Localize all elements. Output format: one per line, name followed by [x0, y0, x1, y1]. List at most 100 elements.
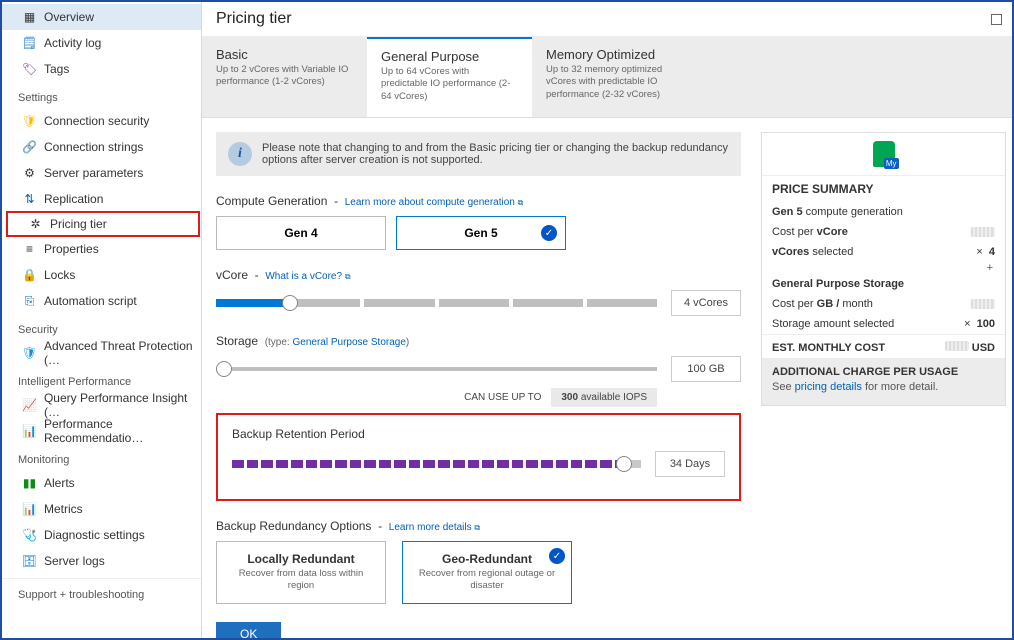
alert-icon: ▮▮ — [22, 476, 37, 491]
iops-row: CAN USE UP TO 300 available IOPS — [216, 388, 657, 407]
main-panel: Pricing tier Basic Up to 2 vCores with V… — [202, 2, 1012, 638]
sidebar-item-label: Pricing tier — [50, 217, 107, 231]
storage-selected-label: Storage amount selected — [772, 318, 894, 330]
sidebar-item-atp[interactable]: 🛡 Advanced Threat Protection (… — [2, 340, 201, 366]
price-summary: PRICE SUMMARY Gen 5 compute generation C… — [761, 132, 1006, 406]
sidebar-item-label: Query Performance Insight (… — [44, 391, 201, 419]
sidebar-item-label: Automation script — [44, 294, 137, 308]
info-banner: i Please note that changing to and from … — [216, 132, 741, 176]
log-icon: 🗒 — [22, 36, 37, 51]
gen4-card[interactable]: Gen 4 — [216, 216, 386, 250]
ok-button[interactable]: OK — [216, 622, 281, 638]
locally-redundant-card[interactable]: Locally Redundant Recover from data loss… — [216, 541, 386, 604]
sidebar-item-pricing-tier[interactable]: ✲ Pricing tier — [6, 211, 200, 237]
pricing-details-link[interactable]: pricing details — [795, 381, 862, 393]
backup-retention-highlight: Backup Retention Period 34 Days — [216, 413, 741, 501]
check-icon: ✓ — [549, 548, 565, 564]
sidebar-item-overview[interactable]: ▦ Overview — [2, 4, 201, 30]
tier-general-purpose[interactable]: General Purpose Up to 64 vCores with pre… — [367, 37, 532, 117]
backup-slider[interactable] — [232, 454, 641, 474]
local-title: Locally Redundant — [227, 552, 375, 566]
vcore-section: vCore - What is a vCore? ⧉ — [216, 268, 741, 282]
gen5-card[interactable]: Gen 5 ✓ — [396, 216, 566, 250]
masked-value — [971, 299, 995, 309]
compute-label: Compute Generation — [216, 194, 327, 208]
geo-title: Geo-Redundant — [413, 552, 561, 566]
grid-icon: ▦ — [22, 10, 37, 25]
storage-slider[interactable] — [216, 359, 657, 379]
local-desc: Recover from data loss within region — [227, 568, 375, 593]
script-icon: ⎘ — [22, 294, 37, 309]
sidebar-item-connection-strings[interactable]: 🔗 Connection strings — [2, 134, 201, 160]
est-cost-label: EST. MONTHLY COST — [772, 342, 885, 354]
sidebar-item-connection-security[interactable]: 🛡 Connection security — [2, 108, 201, 134]
tier-desc: Up to 2 vCores with Variable IO performa… — [216, 64, 353, 89]
sidebar-item-label: Replication — [44, 192, 103, 206]
storage-type-link[interactable]: General Purpose Storage — [293, 337, 406, 348]
sidebar-item-label: Connection security — [44, 114, 149, 128]
gen-line: Gen 5 compute generation — [772, 206, 903, 218]
mysql-icon — [873, 141, 895, 167]
sidebar-item-qpi[interactable]: 📈 Query Performance Insight (… — [2, 392, 201, 418]
sidebar-item-diagnostic[interactable]: 🩺 Diagnostic settings — [2, 522, 201, 548]
redundancy-section: Backup Redundancy Options - Learn more d… — [216, 519, 741, 533]
vcore-value: 4 vCores — [671, 290, 741, 316]
sidebar-item-replication[interactable]: ⇅ Replication — [2, 186, 201, 212]
tier-desc: Up to 32 memory optimized vCores with pr… — [546, 64, 683, 101]
gear-icon: ✲ — [28, 217, 43, 232]
sidebar-item-label: Tags — [44, 62, 69, 76]
sidebar-item-server-logs[interactable]: 🗄 Server logs — [2, 548, 201, 574]
sidebar-item-activity-log[interactable]: 🗒 Activity log — [2, 30, 201, 56]
storage-value: 100 GB — [671, 356, 741, 382]
redundancy-label: Backup Redundancy Options — [216, 519, 371, 533]
sidebar-item-alerts[interactable]: ▮▮ Alerts — [2, 470, 201, 496]
iops-label: CAN USE UP TO — [464, 392, 541, 403]
tier-tabs: Basic Up to 2 vCores with Variable IO pe… — [202, 37, 1012, 118]
iops-badge: 300 available IOPS — [551, 388, 657, 407]
sidebar-item-metrics[interactable]: 📊 Metrics — [2, 496, 201, 522]
vcores-selected: vCores selected — [772, 246, 853, 258]
lock-icon: 🔒 — [22, 268, 37, 283]
vcore-link[interactable]: What is a vCore? ⧉ — [265, 271, 350, 282]
sidebar-item-label: Activity log — [44, 36, 101, 50]
props-icon: ≡ — [22, 242, 37, 257]
maximize-icon[interactable] — [991, 14, 1002, 25]
tag-icon: 🏷 — [22, 62, 37, 77]
sidebar-item-label: Advanced Threat Protection (… — [44, 339, 201, 367]
gp-storage-label: General Purpose Storage — [772, 278, 904, 290]
gear-icon: ⚙ — [22, 166, 37, 181]
geo-redundant-card[interactable]: Geo-Redundant Recover from regional outa… — [402, 541, 572, 604]
sidebar-item-label: Properties — [44, 242, 99, 256]
sidebar-heading-security: Security — [2, 314, 201, 340]
sidebar: ▦ Overview 🗒 Activity log 🏷 Tags Setting… — [2, 2, 202, 638]
sidebar-item-server-parameters[interactable]: ⚙ Server parameters — [2, 160, 201, 186]
storage-label: Storage — [216, 334, 258, 348]
recommendation-icon: 📊 — [22, 424, 37, 439]
tier-basic[interactable]: Basic Up to 2 vCores with Variable IO pe… — [202, 37, 367, 117]
link-icon: 🔗 — [22, 140, 37, 155]
sidebar-item-properties[interactable]: ≡ Properties — [2, 236, 201, 262]
sidebar-item-automation-script[interactable]: ⎘ Automation script — [2, 288, 201, 314]
sidebar-item-locks[interactable]: 🔒 Locks — [2, 262, 201, 288]
sidebar-item-label: Connection strings — [44, 140, 143, 154]
vcore-label: vCore — [216, 268, 248, 282]
info-icon: i — [228, 142, 252, 166]
backup-label: Backup Retention Period — [232, 427, 725, 441]
vcore-slider[interactable] — [216, 293, 657, 313]
plus-row: + — [762, 262, 1005, 274]
gen5-label: Gen 5 — [464, 226, 497, 240]
masked-value — [971, 227, 995, 237]
sidebar-heading-intel: Intelligent Performance — [2, 366, 201, 392]
performance-icon: 📈 — [22, 398, 37, 413]
sidebar-item-label: Server parameters — [44, 166, 143, 180]
sidebar-item-perf-rec[interactable]: 📊 Performance Recommendatio… — [2, 418, 201, 444]
sidebar-heading-monitoring: Monitoring — [2, 444, 201, 470]
tier-memory-optimized[interactable]: Memory Optimized Up to 32 memory optimiz… — [532, 37, 697, 117]
compute-learn-more-link[interactable]: Learn more about compute generation ⧉ — [345, 197, 524, 208]
sidebar-item-label: Metrics — [44, 502, 83, 516]
redundancy-link[interactable]: Learn more details ⧉ — [389, 522, 480, 533]
masked-value — [945, 341, 969, 351]
sidebar-item-tags[interactable]: 🏷 Tags — [2, 56, 201, 82]
check-icon: ✓ — [541, 225, 557, 241]
sidebar-item-label: Diagnostic settings — [44, 528, 145, 542]
